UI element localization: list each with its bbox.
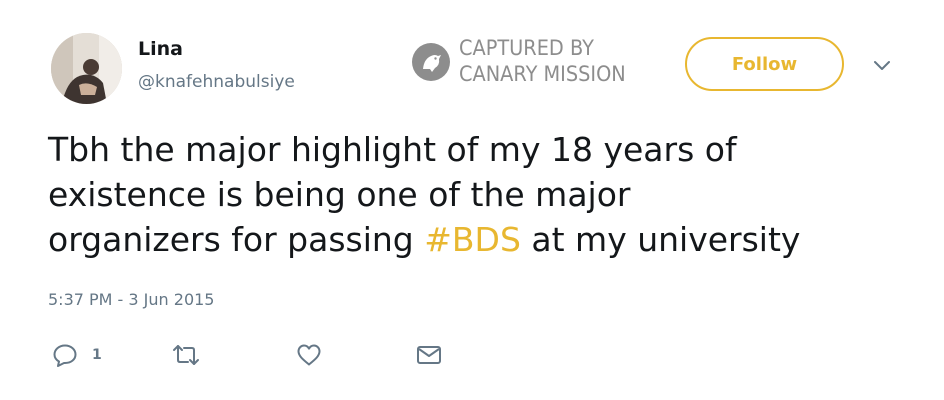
retweet-icon	[173, 345, 199, 365]
heart-icon	[297, 344, 321, 366]
tweet-text-segment: at my university	[520, 220, 801, 259]
tweet-text-line: organizers for passing #BDS at my univer…	[48, 217, 908, 262]
retweet-button[interactable]	[172, 342, 200, 368]
canary-logo-icon	[412, 43, 450, 81]
watermark-line-1: CAPTURED BY	[459, 36, 594, 60]
follow-button[interactable]: Follow	[685, 37, 844, 91]
direct-message-button[interactable]	[416, 342, 442, 368]
tweet-text-segment: organizers for passing	[48, 220, 425, 259]
user-handle[interactable]: @knafehnabulsiye	[138, 72, 295, 92]
tweet-text-line: existence is being one of the major	[48, 175, 631, 214]
reply-count: 1	[92, 347, 102, 363]
envelope-icon	[417, 346, 441, 364]
watermark-line-2: CANARY MISSION	[459, 62, 626, 86]
user-name[interactable]: Lina	[138, 38, 183, 60]
avatar[interactable]	[51, 33, 122, 104]
reply-button[interactable]: 1	[52, 342, 102, 368]
chevron-down-icon[interactable]	[872, 58, 892, 72]
tweet-text-line: Tbh the major highlight of my 18 years o…	[48, 130, 737, 169]
like-button[interactable]	[296, 342, 322, 368]
hashtag-link[interactable]: #BDS	[424, 220, 521, 259]
reply-icon	[53, 344, 77, 367]
tweet-card: Lina @knafehnabulsiye CAPTURED BY CANARY…	[0, 0, 944, 400]
timestamp[interactable]: 5:37 PM - 3 Jun 2015	[48, 290, 214, 309]
profile-photo	[51, 33, 122, 104]
canary-mission-watermark: CAPTURED BY CANARY MISSION	[411, 36, 661, 90]
tweet-text: Tbh the major highlight of my 18 years o…	[48, 127, 908, 262]
